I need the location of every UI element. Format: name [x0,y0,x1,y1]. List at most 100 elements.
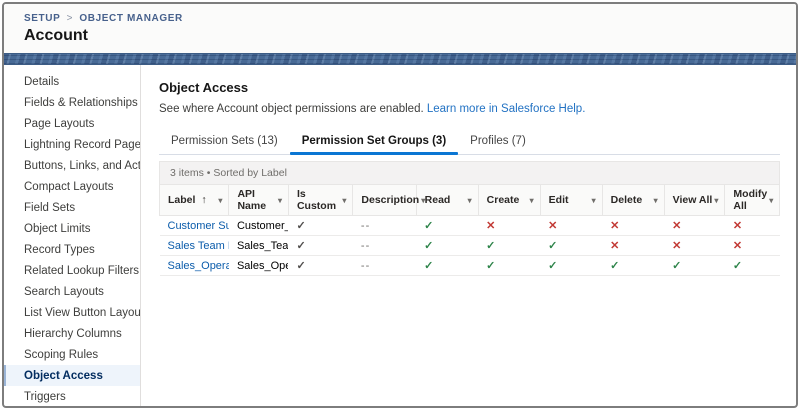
x-icon: ✕ [486,220,495,232]
cell-modify-all: ✕ [725,236,780,256]
empty-value-dash: -- [361,240,370,252]
chevron-down-icon[interactable]: ▾ [528,196,536,205]
column-label: Description [361,194,419,206]
chevron-down-icon[interactable]: ▾ [466,196,474,205]
check-icon: ✓ [672,260,681,272]
object-manager-sidebar: DetailsFields & RelationshipsPage Layout… [4,65,141,406]
chevron-down-icon[interactable]: ▾ [340,196,348,205]
cell-api-name: Sales_Team_M... [229,236,289,256]
check-icon: ✓ [548,260,557,272]
sidebar-item-details[interactable]: Details [4,71,140,92]
x-icon: ✕ [610,220,619,232]
breadcrumb-setup-link[interactable]: SETUP [24,13,60,24]
chevron-down-icon[interactable]: ▾ [216,196,224,205]
column-header-api-name[interactable]: API Name▾ [229,185,289,216]
sidebar-item-compact-layouts[interactable]: Compact Layouts [4,176,140,197]
column-label: Create [487,194,520,206]
check-icon: ✓ [486,260,495,272]
cell-is-custom: ✓ [288,256,352,276]
chevron-down-icon[interactable]: ▾ [652,196,660,205]
column-label: Modify All [733,188,767,212]
row-label-link[interactable]: Sales_Operatio... [168,260,229,272]
permissions-tabs: Permission Sets (13)Permission Set Group… [159,129,780,155]
sidebar-item-lightning-record-pages[interactable]: Lightning Record Pages [4,134,140,155]
cell-read: ✓ [416,216,478,236]
section-title: Object Access [159,80,780,95]
sidebar-item-record-types[interactable]: Record Types [4,239,140,260]
cell-is-custom: ✓ [288,236,352,256]
column-label: Delete [611,194,643,206]
permissions-table: Label ↑▾API Name▾Is Custom▾Description▾R… [159,184,780,276]
cell-description: -- [353,236,416,256]
chevron-down-icon[interactable]: ▾ [712,196,720,205]
cell-api-name: Sales_Operatio... [229,256,289,276]
description-text: See where Account object permissions are… [159,103,424,115]
breadcrumb-object-manager-link[interactable]: OBJECT MANAGER [79,13,182,24]
column-header-read[interactable]: Read ▾ [416,185,478,216]
cell-edit: ✓ [540,256,602,276]
chevron-down-icon[interactable]: ▾ [767,196,775,205]
x-icon: ✕ [610,240,619,252]
sidebar-item-fields-relationships[interactable]: Fields & Relationships [4,92,140,113]
main-panel: Object Access See where Account object p… [141,65,796,406]
sidebar-item-search-layouts[interactable]: Search Layouts [4,281,140,302]
tab-profiles-7[interactable]: Profiles (7) [458,129,538,154]
breadcrumb: SETUP > OBJECT MANAGER [24,13,796,24]
column-label: View All [673,194,713,206]
chevron-down-icon[interactable]: ▾ [590,196,598,205]
cell-description: -- [353,256,416,276]
row-label-link[interactable]: Sales Team Me... [168,240,229,252]
sidebar-item-object-access[interactable]: Object Access [4,365,140,386]
check-icon: ✓ [548,240,557,252]
table-header-row: Label ↑▾API Name▾Is Custom▾Description▾R… [160,185,780,216]
table-body: Customer Sup...Customer_Sup...✓--✓✕✕✕✕✕S… [160,216,780,276]
column-header-create[interactable]: Create ▾ [478,185,540,216]
table-row: Sales Team Me...Sales_Team_M...✓--✓✓✓✕✕✕ [160,236,780,256]
cell-view-all: ✓ [664,256,725,276]
tab-permission-set-groups-3[interactable]: Permission Set Groups (3) [290,129,458,154]
empty-value-dash: -- [361,220,370,232]
sidebar-item-object-limits[interactable]: Object Limits [4,218,140,239]
tab-permission-sets-13[interactable]: Permission Sets (13) [159,129,290,154]
row-label-link[interactable]: Customer Sup... [168,220,229,232]
app-window: SETUP > OBJECT MANAGER Account DetailsFi… [2,2,798,408]
check-icon: ✓ [424,260,433,272]
column-header-is-custom[interactable]: Is Custom▾ [288,185,352,216]
column-header-view-all[interactable]: View All▾ [664,185,725,216]
table-row: Customer Sup...Customer_Sup...✓--✓✕✕✕✕✕ [160,216,780,236]
empty-value-dash: -- [361,260,370,272]
page-title: Account [24,27,796,45]
sidebar-item-triggers[interactable]: Triggers [4,386,140,406]
sidebar-item-field-sets[interactable]: Field Sets [4,197,140,218]
column-label: Read [425,194,451,206]
cell-label: Sales Team Me... [160,236,229,256]
check-icon: ✓ [610,260,619,272]
column-header-delete[interactable]: Delete ▾ [602,185,664,216]
sidebar-item-hierarchy-columns[interactable]: Hierarchy Columns [4,323,140,344]
column-label: Edit [549,194,569,206]
cell-create: ✓ [478,236,540,256]
cell-label: Sales_Operatio... [160,256,229,276]
help-link[interactable]: Learn more in Salesforce Help. [427,103,586,115]
column-header-modify-all[interactable]: Modify All▾ [725,185,780,216]
sidebar-item-buttons-links-and-actions[interactable]: Buttons, Links, and Actions [4,155,140,176]
cell-create: ✓ [478,256,540,276]
column-header-label[interactable]: Label ↑ ▾ [160,185,229,216]
cell-edit: ✓ [540,236,602,256]
sidebar-item-related-lookup-filters[interactable]: Related Lookup Filters [4,260,140,281]
check-icon: ✓ [733,260,742,272]
sidebar-item-page-layouts[interactable]: Page Layouts [4,113,140,134]
table-row: Sales_Operatio...Sales_Operatio...✓--✓✓✓… [160,256,780,276]
sidebar-item-list-view-button-layout[interactable]: List View Button Layout [4,302,140,323]
check-icon: ✓ [424,240,433,252]
chevron-down-icon[interactable]: ▾ [276,196,284,205]
x-icon: ✕ [548,220,557,232]
column-header-edit[interactable]: Edit ▾ [540,185,602,216]
column-label: Label ↑ [168,194,207,206]
sidebar-item-scoping-rules[interactable]: Scoping Rules [4,344,140,365]
column-header-description[interactable]: Description▾ [353,185,416,216]
x-icon: ✕ [672,240,681,252]
sort-ascending-icon: ↑ [198,194,206,206]
section-description: See where Account object permissions are… [159,103,780,115]
cell-label: Customer Sup... [160,216,229,236]
